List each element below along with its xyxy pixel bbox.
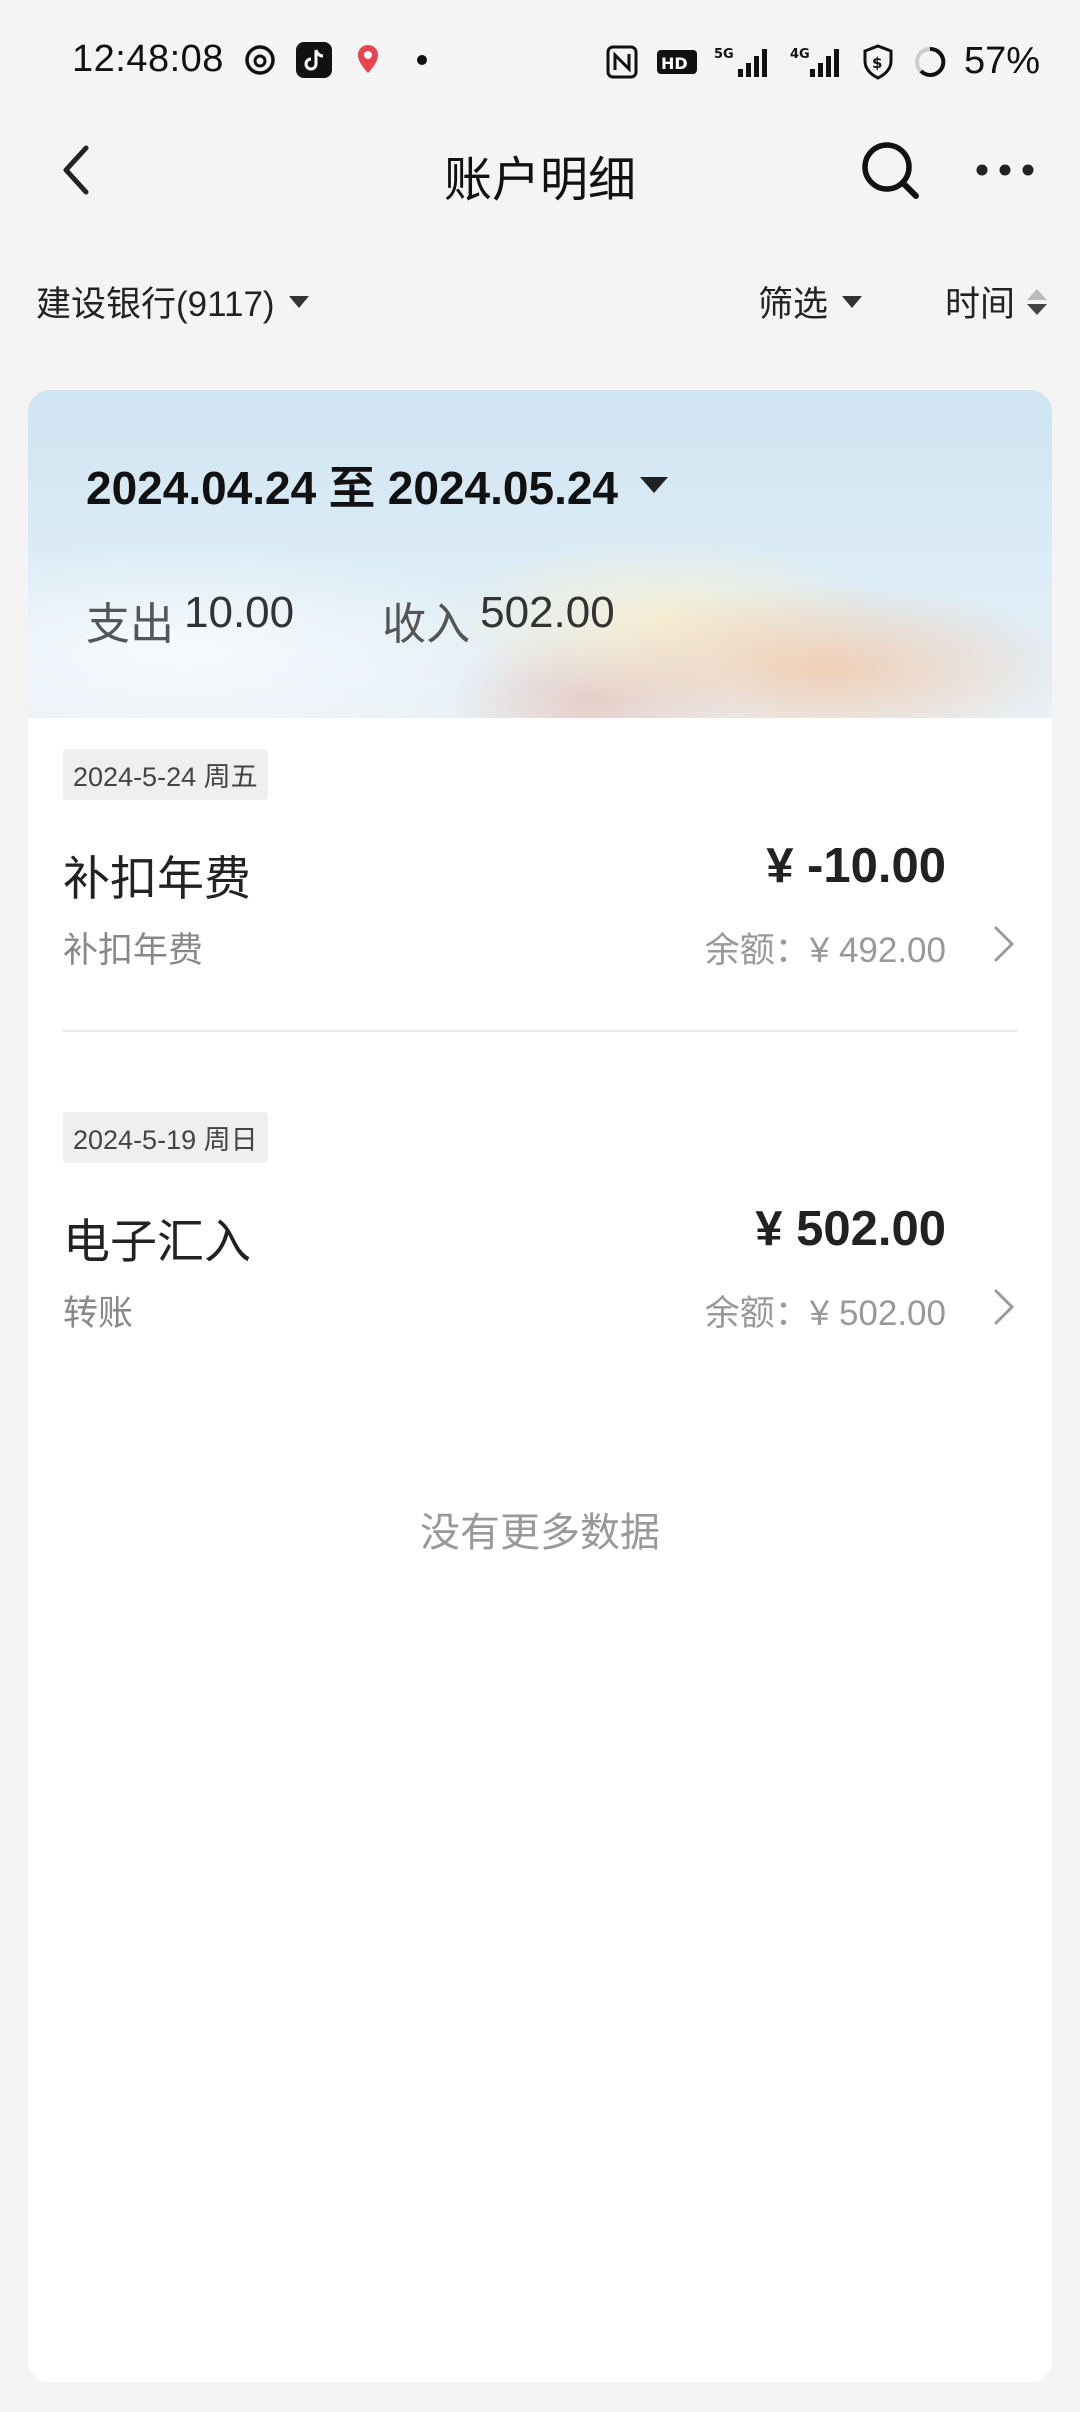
account-selector[interactable]: 建设银行(9117) [36,276,309,327]
5g-signal-icon: 5G [714,44,774,80]
chevron-down-icon [288,295,309,308]
status-right-icons: HD 5G 4G $ 57% [604,40,1040,83]
transaction-title: 电子汇入 [63,1215,251,1268]
expense-summary: 支出 10.00 [86,588,294,652]
summary-totals: 支出 10.00 收入 502.00 [86,588,615,652]
date-tag: 2024-5-19 周日 [63,1112,268,1163]
transaction-balance: 余额：¥ 502.00 [704,1294,946,1333]
sort-arrows-icon [1027,288,1048,315]
svg-text:$: $ [872,54,882,72]
4g-signal-icon: 4G [790,44,844,80]
transaction-subtitle: 补扣年费 [63,931,204,970]
expense-value: 10.00 [184,588,295,637]
no-more-data-text: 没有更多数据 [420,1511,660,1555]
transaction-amount: ¥ -10.00 [766,839,946,893]
transaction-row[interactable]: 电子汇入 ¥ 502.00 转账 余额：¥ 502.00 [28,1193,1052,1333]
svg-text:5G: 5G [714,47,734,62]
transaction-subtitle: 转账 [63,1294,134,1333]
battery-ring-icon [912,44,948,80]
more-icon[interactable] [972,146,1038,194]
transaction-balance: 余额：¥ 492.00 [704,931,946,970]
dot-icon [404,42,440,78]
filter-button[interactable]: 筛选 [758,276,863,327]
battery-percent: 57% [963,40,1040,82]
sort-label: 时间 [945,285,1016,324]
netease-music-icon [242,42,278,78]
summary-banner: 2024.04.24 至 2024.05.24 支出 10.00 收入 502.… [28,390,1052,718]
transaction-row[interactable]: 补扣年费 ¥ -10.00 补扣年费 余额：¥ 492.00 [28,830,1052,970]
svg-text:4G: 4G [790,47,810,62]
douyin-icon [296,42,332,78]
svg-text:HD: HD [661,54,688,73]
filter-label: 筛选 [758,285,829,324]
status-left-icons [242,42,440,78]
filter-bar: 建设银行(9117) 筛选 时间 [0,262,1080,342]
income-summary: 收入 502.00 [382,588,615,652]
nfc-icon [604,44,640,80]
transaction-title: 补扣年费 [63,852,251,905]
divider [63,1030,1017,1032]
app-bar: 账户明细 [0,120,1080,220]
shield-dollar-icon: $ [860,43,896,80]
date-range-selector[interactable]: 2024.04.24 至 2024.05.24 [86,452,669,518]
location-pin-icon [350,42,386,78]
transactions-card: 2024.04.24 至 2024.05.24 支出 10.00 收入 502.… [28,390,1052,2382]
account-label: 建设银行(9117) [36,285,275,324]
status-time: 12:48:08 [72,38,224,80]
sort-time-button[interactable]: 时间 [945,276,1048,327]
status-bar: 12:48:08 HD 5G 4G $ 57% [0,0,1080,120]
income-value: 502.00 [480,588,615,637]
income-label: 收入 [382,600,471,649]
chevron-right-icon [988,1285,1018,1329]
expense-label: 支出 [86,600,174,649]
chevron-right-icon [988,922,1018,966]
search-icon[interactable] [858,138,922,202]
hd-icon: HD [656,44,698,80]
chevron-down-icon [640,477,669,493]
transaction-amount: ¥ 502.00 [755,1202,946,1256]
chevron-down-icon [842,295,863,308]
date-tag: 2024-5-24 周五 [63,749,268,800]
date-range-label: 2024.04.24 至 2024.05.24 [86,462,619,514]
